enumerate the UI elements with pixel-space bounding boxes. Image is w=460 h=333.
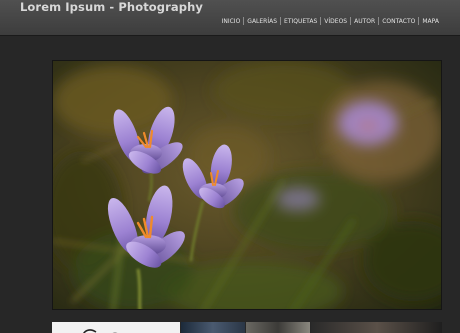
thumbnail-1-image	[83, 329, 118, 333]
nav-divider	[350, 17, 352, 25]
nav-divider	[418, 17, 420, 25]
nav-divider	[320, 17, 322, 25]
featured-photo[interactable]	[52, 60, 442, 310]
nav-divider	[243, 17, 245, 25]
nav-divider	[378, 17, 380, 25]
nav-divider	[280, 17, 282, 25]
thumbnail-4[interactable]	[311, 322, 442, 333]
thumbnail-1[interactable]	[52, 322, 180, 333]
nav-item-mapa[interactable]: MAPA	[420, 18, 441, 25]
nav-item-etiquetas[interactable]: ETIQUETAS	[282, 18, 319, 25]
thumbnail-3[interactable]	[246, 322, 310, 333]
site-title[interactable]: Lorem Ipsum - Photography	[20, 0, 203, 14]
nav-item-galerias[interactable]: GALERÍAS	[245, 18, 279, 25]
nav-item-inicio[interactable]: INICIO	[220, 18, 243, 25]
nav-item-videos[interactable]: VÍDEOS	[322, 18, 349, 25]
nav-item-autor[interactable]: AUTOR	[352, 18, 377, 25]
site-header: Lorem Ipsum - Photography INICIO GALERÍA…	[0, 0, 460, 36]
nav-item-contacto[interactable]: CONTACTO	[380, 18, 417, 25]
main-nav: INICIO GALERÍAS ETIQUETAS VÍDEOS AUTOR C…	[220, 17, 441, 25]
thumbnail-2[interactable]	[181, 322, 245, 333]
crocus-flowers-photo	[53, 61, 441, 309]
thumbnail-strip	[52, 322, 442, 333]
